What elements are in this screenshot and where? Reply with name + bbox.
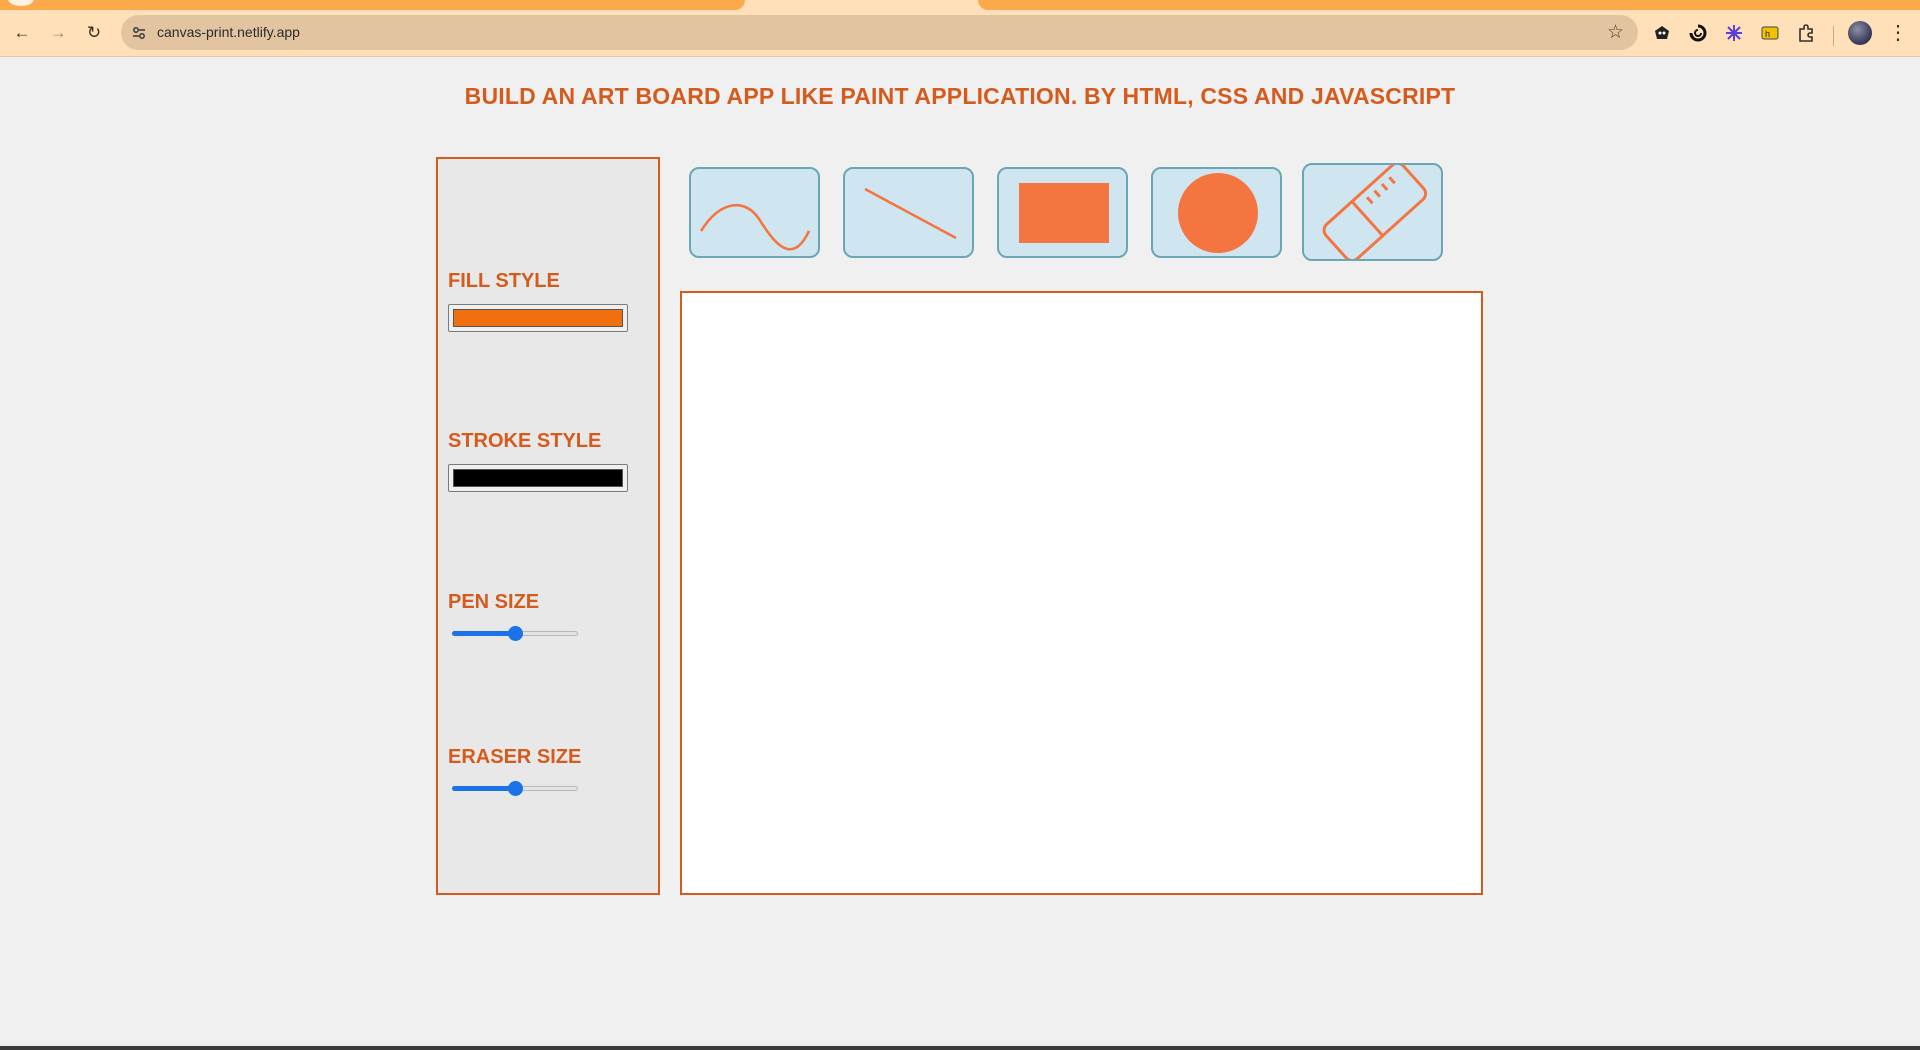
slider-thumb[interactable] [508, 626, 523, 641]
stroke-color-swatch [453, 469, 623, 487]
pen-size-slider[interactable] [452, 625, 578, 641]
tab-favicon [8, 0, 34, 6]
flower-extension-icon[interactable] [1721, 20, 1747, 46]
slider-fill [452, 631, 515, 636]
line-tool-button[interactable] [843, 167, 974, 258]
rectangle-icon [1019, 183, 1109, 243]
page-title: BUILD AN ART BOARD APP LIKE PAINT APPLIC… [464, 83, 1456, 109]
sync-extension-icon[interactable] [1685, 20, 1711, 46]
slider-thumb[interactable] [508, 781, 523, 796]
browser-tab[interactable] [0, 0, 745, 10]
browser-toolbar: ← → ↻ canvas-print.netlify.app ☆ h ⋮ [0, 10, 1920, 57]
address-bar[interactable]: canvas-print.netlify.app ☆ [121, 15, 1638, 50]
circle-tool-button[interactable] [1151, 167, 1282, 258]
stroke-style-label: STROKE STYLE [448, 430, 602, 452]
line-icon [864, 187, 957, 240]
toolbar-divider [1833, 26, 1834, 46]
highlighter-extension-icon[interactable]: h [1757, 20, 1783, 46]
taskbar-edge [0, 1046, 1920, 1050]
fill-color-swatch [453, 309, 623, 327]
bookmark-star-icon[interactable]: ☆ [1607, 21, 1624, 44]
reload-icon[interactable]: ↻ [80, 19, 108, 47]
stroke-style-color-picker[interactable] [448, 464, 628, 492]
settings-sidebar: FILL STYLE STROKE STYLE PEN SIZE ERASER … [436, 157, 660, 895]
fill-style-label: FILL STYLE [448, 270, 560, 292]
eraser-size-slider[interactable] [452, 780, 578, 796]
pen-size-label: PEN SIZE [448, 591, 540, 613]
profile-avatar[interactable] [1848, 21, 1872, 45]
extensions-puzzle-icon[interactable] [1793, 20, 1819, 46]
circle-icon [1178, 173, 1258, 253]
browser-tab[interactable] [978, 0, 1920, 10]
eraser-size-label: ERASER SIZE [448, 746, 582, 768]
eraser-icon [1322, 165, 1428, 259]
url-text[interactable]: canvas-print.netlify.app [157, 24, 300, 40]
eraser-tool-button[interactable] [1302, 163, 1443, 261]
slider-fill [452, 786, 515, 791]
browser-menu-icon[interactable]: ⋮ [1888, 20, 1908, 45]
wave-icon [699, 204, 811, 251]
drawing-canvas[interactable] [680, 291, 1483, 895]
back-icon[interactable]: ← [8, 19, 36, 47]
tab-strip [0, 0, 1920, 10]
forward-icon[interactable]: → [44, 19, 72, 47]
fill-style-color-picker[interactable] [448, 304, 628, 332]
rectangle-tool-button[interactable] [997, 167, 1128, 258]
extension-icon[interactable] [1649, 20, 1675, 46]
svg-text:h: h [1765, 29, 1770, 39]
pencil-tool-button[interactable] [689, 167, 820, 258]
site-info-icon[interactable] [129, 23, 149, 43]
